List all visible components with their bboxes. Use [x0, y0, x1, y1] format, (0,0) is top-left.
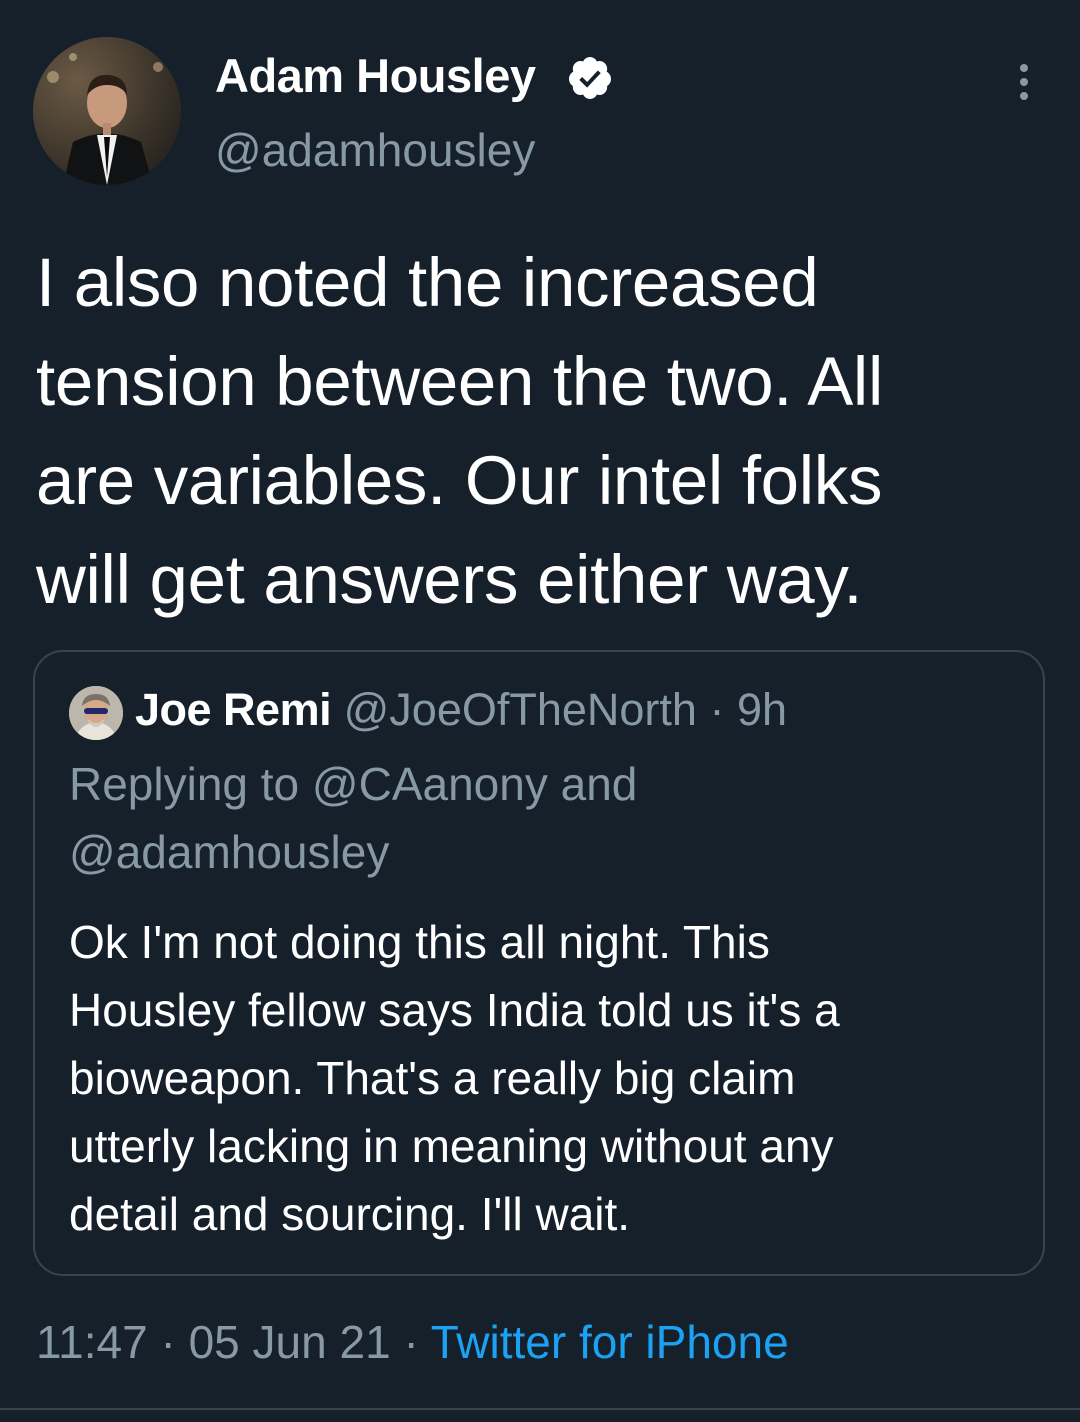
quoted-text: Ok I'm not doing this all night. This Ho…	[69, 916, 840, 1240]
author-handle[interactable]: @adamhousley	[215, 122, 535, 178]
quoted-tweet[interactable]: Joe Remi @JoeOfTheNorth · 9h Replying to…	[33, 650, 1045, 1276]
more-vertical-icon[interactable]	[1008, 62, 1040, 102]
author-avatar[interactable]	[33, 37, 181, 185]
author-display-name[interactable]: Adam Housley	[215, 46, 536, 106]
quoted-time: 9h	[736, 684, 788, 735]
tweet-date: 05 Jun 21	[188, 1316, 391, 1368]
quoted-name[interactable]: Joe Remi	[135, 684, 332, 735]
meta-separator: ·	[160, 1316, 176, 1368]
tweet-time: 11:47	[36, 1316, 148, 1368]
verified-badge-icon	[568, 57, 611, 99]
tweet-meta: 11:47 · 05 Jun 21 · Twitter for iPhone	[36, 1312, 789, 1372]
tweet-source-link[interactable]: Twitter for iPhone	[431, 1316, 789, 1368]
divider	[0, 1408, 1080, 1410]
quoted-avatar[interactable]	[69, 686, 123, 740]
meta-separator: ·	[403, 1316, 419, 1368]
quoted-replying-to: Replying to @CAanony and @adamhousley	[69, 758, 638, 878]
quoted-separator: ·	[709, 684, 725, 735]
tweet-text: I also noted the increased tension betwe…	[36, 244, 883, 618]
quoted-header: Joe Remi @JoeOfTheNorth · 9h	[135, 682, 787, 738]
tweet-detail: Adam Housley @adamhousley I also noted t…	[0, 0, 1080, 1422]
quoted-handle[interactable]: @JoeOfTheNorth	[344, 684, 697, 735]
